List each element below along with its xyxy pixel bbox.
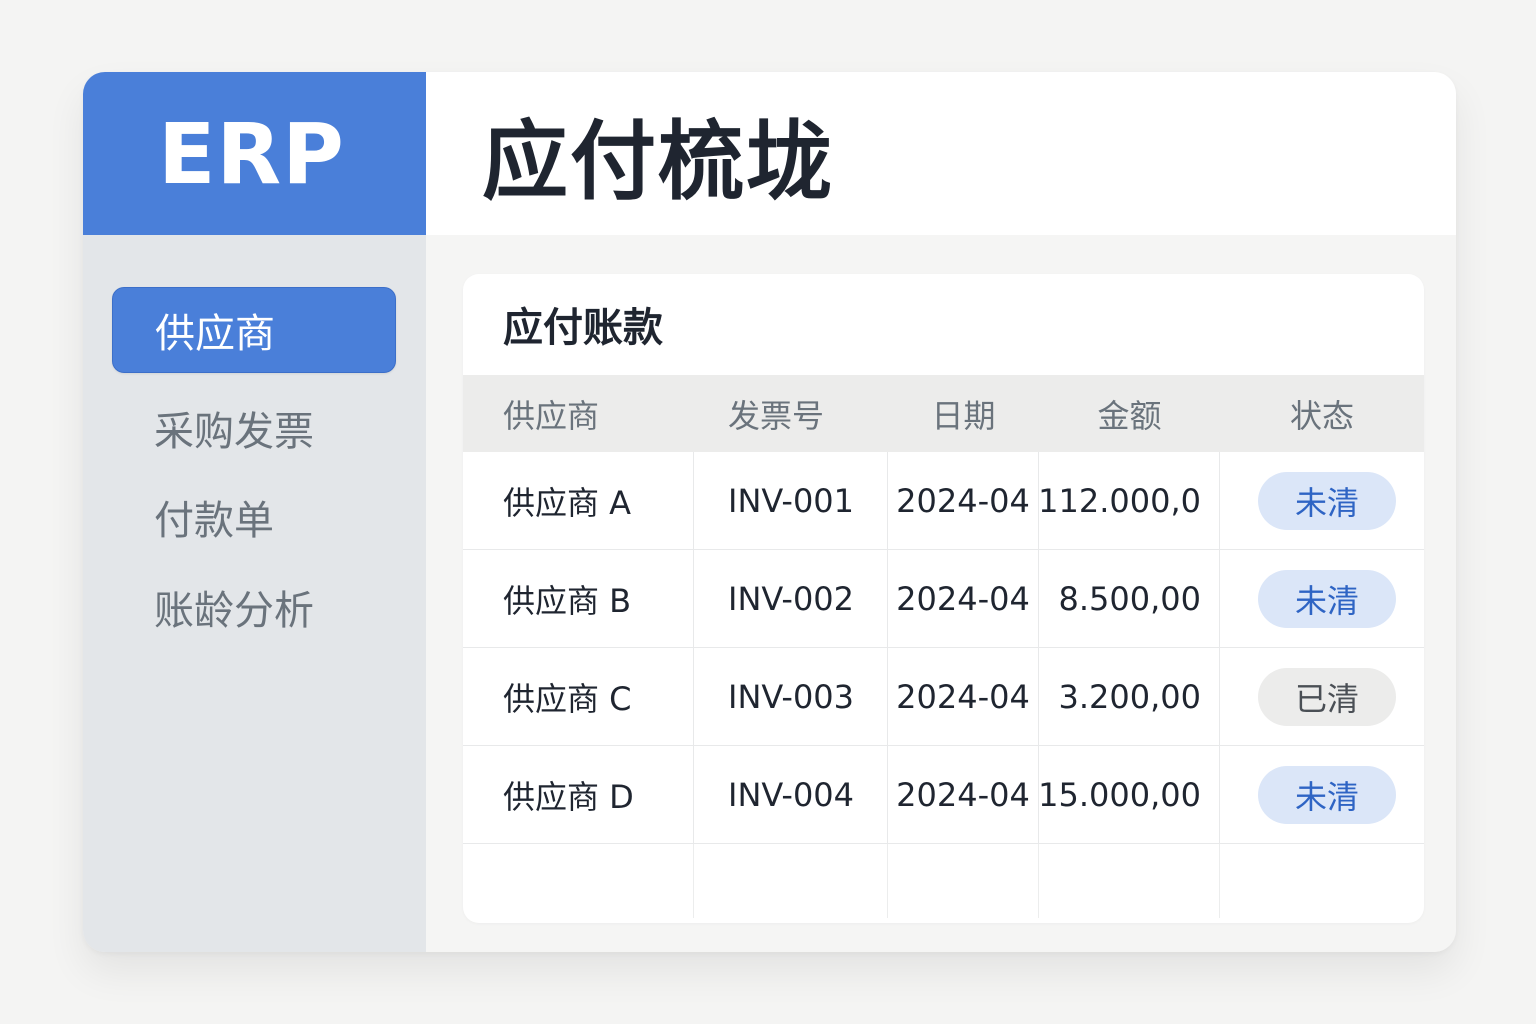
main-content: 应付账款 供应商 发票号 日期 金额 状态 供应商 A INV-001 2024… (426, 235, 1456, 952)
cell-status: 未清 (1220, 746, 1424, 843)
app-window: ERP 供应商 采购发票 付款单 账龄分析 应付梳垅 应付账款 供应商 发票号 … (83, 72, 1456, 952)
payables-table: 供应商 发票号 日期 金额 状态 供应商 A INV-001 2024-04 1… (463, 375, 1424, 918)
sidebar-item-payment-orders[interactable]: 付款单 (112, 474, 396, 560)
cell-supplier: 供应商 B (463, 550, 694, 647)
cell-amount: 112.000,0 (1038, 452, 1220, 549)
cell-invoice: INV-002 (694, 550, 888, 647)
column-header-amount[interactable]: 金额 (1039, 375, 1220, 452)
table-row[interactable]: 供应商 C INV-003 2024-04 3.200,00 已清 (463, 648, 1424, 746)
sidebar-item-suppliers[interactable]: 供应商 (112, 287, 396, 373)
column-header-invoice[interactable]: 发票号 (694, 375, 888, 452)
table-row[interactable]: 供应商 B INV-002 2024-04 8.500,00 未清 (463, 550, 1424, 648)
page-header: 应付梳垅 (426, 72, 1456, 235)
cell-date: 2024-04 (888, 746, 1039, 843)
empty-cell (1220, 844, 1424, 918)
sidebar-item-purchase-invoices[interactable]: 采购发票 (112, 385, 396, 471)
cell-date: 2024-04 (888, 648, 1039, 745)
cell-date: 2024-04 (888, 550, 1039, 647)
sidebar-item-label: 账龄分析 (154, 588, 314, 634)
column-header-supplier[interactable]: 供应商 (463, 375, 694, 452)
cell-supplier: 供应商 D (463, 746, 694, 843)
cell-status: 未清 (1220, 550, 1424, 647)
status-badge: 未清 (1258, 471, 1396, 530)
page-title: 应付梳垅 (482, 112, 834, 212)
status-badge: 未清 (1258, 765, 1396, 824)
sidebar: 供应商 采购发票 付款单 账龄分析 (83, 235, 426, 952)
sidebar-item-label: 供应商 (155, 311, 275, 357)
column-header-status[interactable]: 状态 (1220, 375, 1424, 452)
brand-logo[interactable]: ERP (83, 72, 426, 235)
table-row[interactable]: 供应商 D INV-004 2024-04 15.000,00 未清 (463, 746, 1424, 844)
sidebar-item-label: 采购发票 (154, 409, 314, 455)
status-badge: 未清 (1258, 569, 1396, 628)
cell-amount: 3.200,00 (1039, 648, 1220, 745)
cell-date: 2024-04 (888, 452, 1039, 549)
column-header-date[interactable]: 日期 (888, 375, 1039, 452)
table-row[interactable]: 供应商 A INV-001 2024-04 112.000,0 未清 (463, 452, 1424, 550)
empty-cell (1039, 844, 1220, 918)
empty-cell (694, 844, 888, 918)
table-header: 供应商 发票号 日期 金额 状态 (463, 375, 1424, 452)
status-badge: 已清 (1258, 667, 1396, 726)
brand-text: ERP (158, 104, 345, 203)
cell-status: 已清 (1220, 648, 1424, 745)
sidebar-item-aging-analysis[interactable]: 账龄分析 (112, 564, 396, 650)
cell-invoice: INV-003 (694, 648, 888, 745)
payables-card: 应付账款 供应商 发票号 日期 金额 状态 供应商 A INV-001 2024… (463, 274, 1424, 923)
cell-invoice: INV-004 (694, 746, 888, 843)
cell-status: 未清 (1220, 452, 1424, 549)
cell-supplier: 供应商 A (463, 452, 694, 549)
table-empty-row (463, 844, 1424, 918)
sidebar-item-label: 付款单 (154, 498, 274, 544)
empty-cell (888, 844, 1039, 918)
cell-amount: 8.500,00 (1039, 550, 1220, 647)
empty-cell (463, 844, 694, 918)
card-title: 应付账款 (503, 305, 663, 351)
cell-invoice: INV-001 (694, 452, 888, 549)
cell-supplier: 供应商 C (463, 648, 694, 745)
cell-amount: 15.000,00 (1038, 746, 1220, 843)
